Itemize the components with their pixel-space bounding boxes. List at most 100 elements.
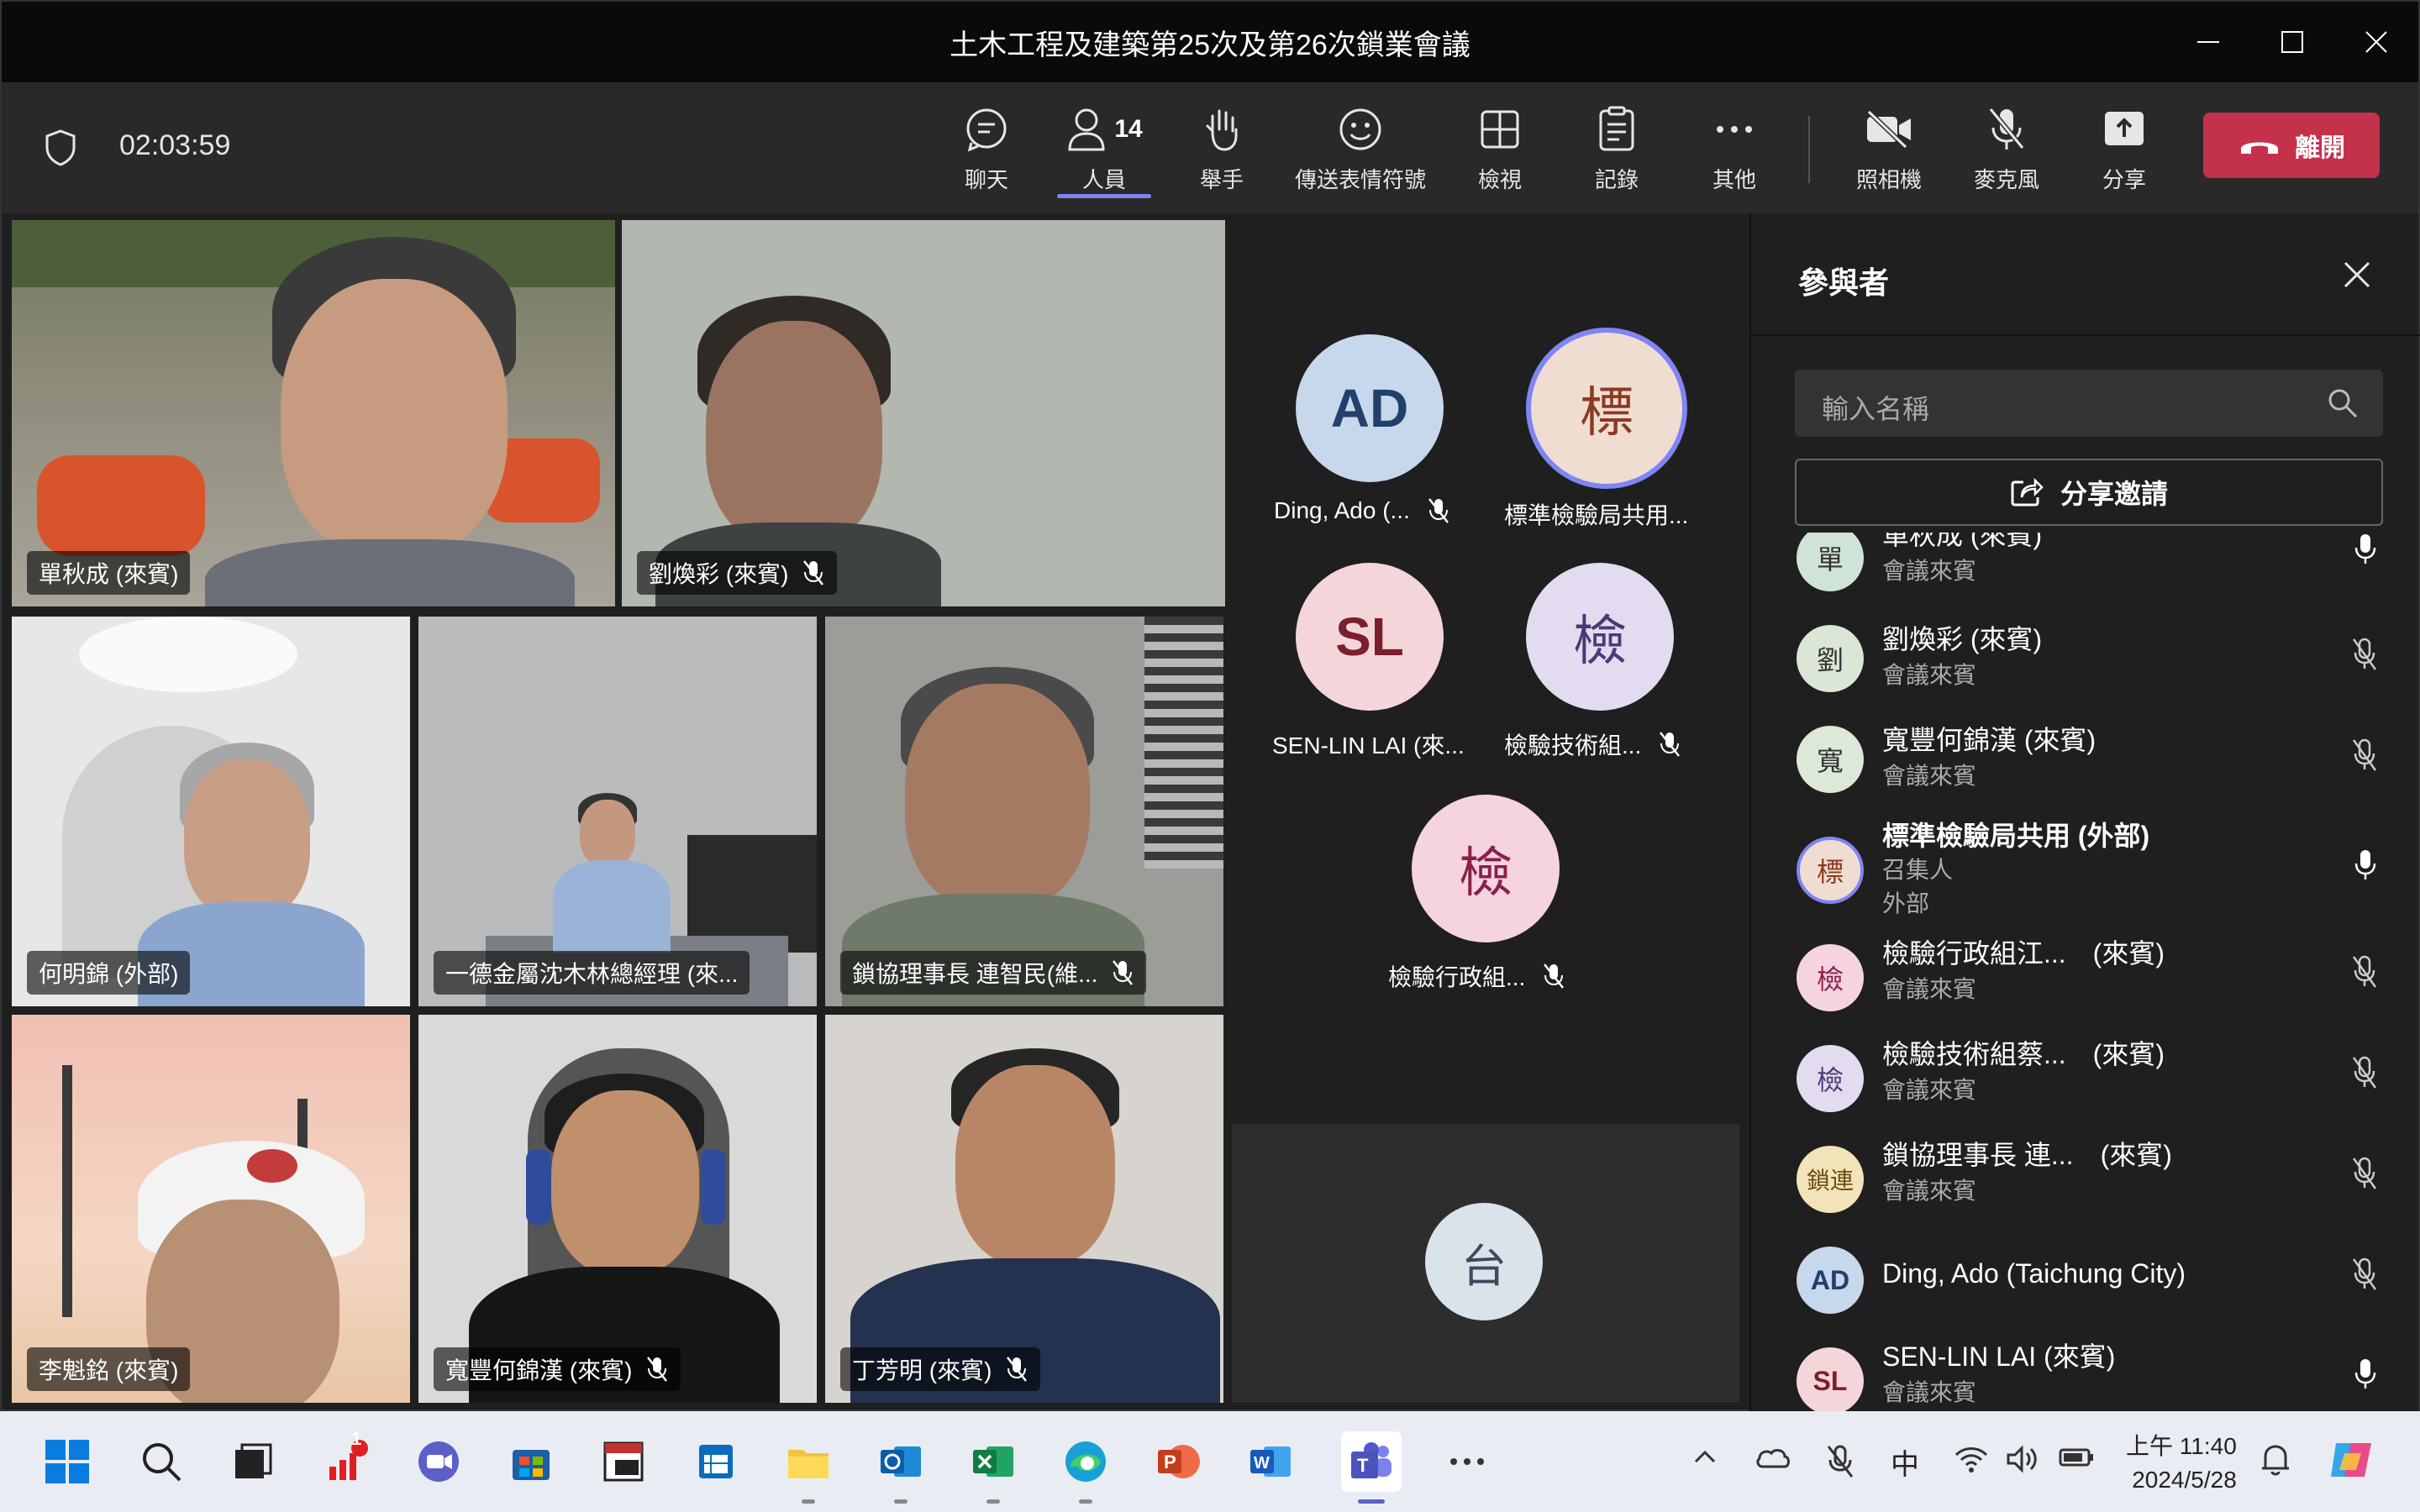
raise-hand-button[interactable]: 舉手 [1171,104,1272,197]
mic-off-icon [1113,960,1134,985]
video-tile[interactable]: 丁芳明 (來賓) [825,1015,1223,1403]
notification-bell-icon[interactable] [2259,1441,2292,1483]
app-store[interactable] [501,1431,561,1492]
search-input[interactable]: 輸入名稱 [1795,370,2383,437]
participant-name-label: 李魁銘 (來賓) [27,1347,191,1391]
leave-button[interactable]: 離開 [2203,113,2380,178]
app-word[interactable]: W [1240,1431,1301,1492]
participant-name-label: 一德金屬沈木林總經理 (來... [434,951,750,995]
microphone-button[interactable]: 麥克風 [1956,104,2057,197]
task-view-button[interactable] [222,1431,282,1492]
teams-window: 土木工程及建築第25次及第26次鎖業會議 02:03:59 聊天 14 人員 舉 [0,0,2420,1411]
avatar-name-label: SEN-LIN LAI (來... [1272,732,1465,759]
more-taskbar-apps[interactable] [1437,1431,1497,1492]
share-button[interactable]: 分享 [2074,104,2175,197]
teams-icon: T [1351,1442,1392,1478]
mic-icon [2354,534,2376,564]
avatar[interactable]: 檢 [1526,563,1674,711]
panel-title: 參與者 [1798,265,1890,300]
list-item[interactable]: 鎖連 鎖協理事長 連... (來賓) 會議來賓 [1751,1132,2420,1233]
video-tile[interactable]: 寬豐何錦漢 (來賓) [418,1015,817,1403]
windows-logo-icon [45,1440,89,1483]
video-app-icon [418,1441,459,1482]
minimize-icon [2197,41,2219,43]
raise-hand-icon [1206,109,1238,151]
mic-off-icon [1827,1445,1854,1478]
minimize-button[interactable] [2166,2,2250,82]
search-taskbar-button[interactable] [131,1431,192,1492]
list-item[interactable]: AD Ding, Ado (Taichung City) [1751,1233,2420,1334]
search-icon [143,1443,182,1482]
list-item[interactable]: 寬 寬豐何錦漢 (來賓) 會議來賓 [1751,712,2420,813]
camera-button[interactable]: 照相機 [1839,104,1939,197]
mic-icon [2354,1359,2376,1389]
share-invite-button[interactable]: 分享邀請 [1795,459,2383,526]
shield-icon[interactable] [42,128,79,172]
app-stocks[interactable]: 1 [316,1428,376,1492]
close-window-button[interactable] [2334,2,2418,82]
app-edge[interactable] [1055,1431,1116,1504]
copilot-icon[interactable] [2328,1436,2376,1488]
people-count: 14 [1114,115,1143,143]
onedrive-icon[interactable] [1754,1445,1791,1474]
list-item[interactable]: 檢 檢驗行政組江... (來賓) 會議來賓 [1751,931,2420,1032]
chevron-up-icon [1694,1450,1716,1463]
mic-off-icon [2352,638,2377,670]
video-tile[interactable]: 何明錦 (外部) [12,617,410,1006]
svg-text:W: W [1254,1454,1270,1473]
clock[interactable]: 上午 11:40 2024/5/28 [2126,1430,2237,1497]
wifi-icon[interactable] [1954,1445,1988,1478]
list-item[interactable]: 檢 檢驗技術組蔡... (來賓) 會議來賓 [1751,1032,2420,1132]
avatar-speaking[interactable]: 標 [1526,328,1687,489]
app-zoom[interactable] [408,1431,469,1492]
task-view-icon [235,1443,272,1478]
video-tile[interactable]: 鎖協理事長 連智民(維... [825,617,1223,1006]
volume-icon[interactable] [2005,1445,2039,1478]
active-tab-indicator [1057,194,1151,198]
app-news-db[interactable] [593,1431,654,1492]
participant-name-label: 寬豐何錦漢 (來賓) [434,1347,681,1391]
share-icon [2011,477,2044,507]
title-bar: 土木工程及建築第25次及第26次鎖業會議 [2,2,2418,82]
video-tile[interactable]: 劉煥彩 (來賓) [622,220,1225,606]
battery-icon[interactable] [2059,1445,2096,1474]
people-button[interactable]: 14 人員 [1054,104,1155,198]
list-item[interactable]: SL SEN-LIN LAI (來賓) 會議來賓 [1751,1334,2420,1411]
ime-indicator[interactable]: 中 [1891,1441,1919,1483]
app-powerpoint[interactable]: P [1148,1431,1208,1492]
window-title: 土木工程及建築第25次及第26次鎖業會議 [950,29,1470,61]
view-button[interactable]: 檢視 [1449,104,1550,197]
chat-icon [966,108,1007,152]
mic-muted-tray[interactable] [1825,1445,1855,1483]
video-tile[interactable]: 李魁銘 (來賓) [12,1015,410,1403]
reactions-button[interactable]: 傳送表情符號 [1295,104,1426,197]
show-hidden-icons-button[interactable] [1692,1445,1718,1474]
app-teams[interactable]: T [1341,1431,1402,1504]
search-placeholder: 輸入名稱 [1822,394,1930,424]
app-outlook[interactable] [871,1431,931,1504]
mic-off-icon [2352,738,2377,771]
mic-off-icon [1007,1357,1028,1382]
avatar[interactable]: SL [1296,563,1444,711]
notes-button[interactable]: 記錄 [1566,104,1667,197]
app-file-explorer[interactable] [778,1431,839,1504]
mic-off-icon [1428,498,1449,523]
list-item[interactable]: 單 單秋成 (來賓) 會議來賓 [1751,533,2420,612]
close-panel-button[interactable] [2343,260,2371,293]
window-controls [2166,2,2418,82]
participant-name-label: 鎖協理事長 連智民(維... [840,951,1147,995]
app-outlook-calendar[interactable] [686,1431,746,1492]
chat-button[interactable]: 聊天 [936,104,1037,197]
video-tile[interactable]: 一德金屬沈木林總經理 (來... [418,617,817,1006]
list-item[interactable]: 標 標準檢驗局共用 (外部) 召集人 外部 [1751,813,2420,931]
overflow-participant-tile[interactable]: 台 [1232,1124,1739,1403]
mic-off-icon [1660,732,1681,757]
avatar[interactable]: 檢 [1412,795,1560,942]
app-excel[interactable] [963,1431,1023,1504]
list-item[interactable]: 劉 劉煥彩 (來賓) 會議來賓 [1751,612,2420,712]
video-tile[interactable]: 單秋成 (來賓) [12,220,615,606]
maximize-button[interactable] [2250,2,2334,82]
start-button[interactable] [37,1431,97,1492]
more-button[interactable]: 其他 [1684,104,1785,197]
avatar[interactable]: AD [1296,334,1444,482]
